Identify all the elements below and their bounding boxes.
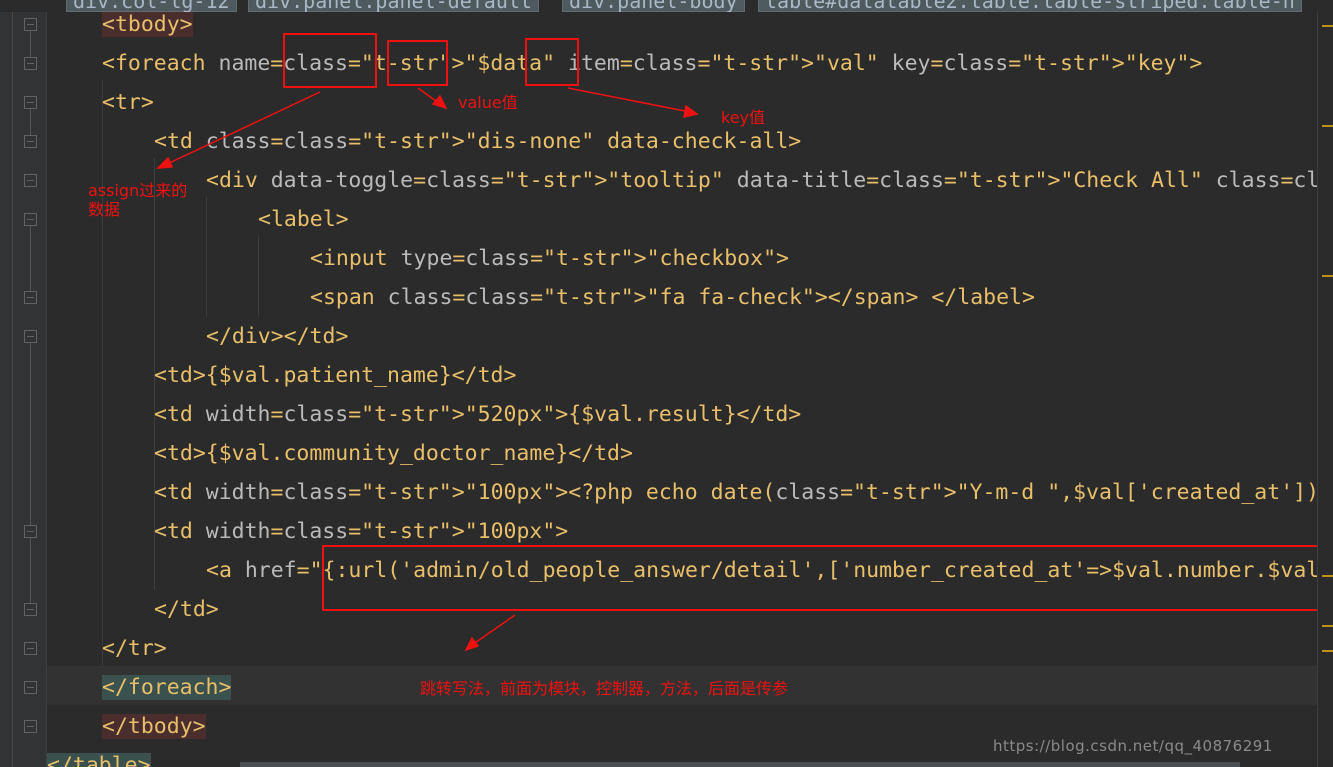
breadcrumb-item[interactable]: table#datatable2.table.table-striped.tab… — [758, 0, 1302, 12]
code-line: </td> — [154, 590, 219, 629]
code-text: <td class=class="t-str">"dis-none" data-… — [154, 129, 802, 154]
fold-icon[interactable] — [24, 291, 37, 304]
indent-guide — [206, 197, 207, 317]
code-line: </table> — [47, 746, 151, 767]
annotation-assign-2: 数据 — [88, 200, 121, 219]
code-text: <td>{$val.patient_name}</td> — [154, 363, 517, 388]
code-line: </tr> — [102, 629, 167, 668]
code-text: <td width=class="t-str">"520px">{$val.re… — [154, 402, 802, 427]
gutter-separator — [12, 0, 13, 767]
watermark: https://blog.csdn.net/qq_40876291 — [993, 737, 1273, 755]
indent-guide — [258, 236, 259, 317]
scroll-marker[interactable] — [1322, 25, 1333, 27]
scroll-marker[interactable] — [1322, 575, 1333, 577]
code-text: <tbody> — [102, 12, 193, 37]
highlight-box-url — [322, 545, 1325, 611]
code-line: <td>{$val.patient_name}</td> — [154, 356, 516, 395]
annotation-key: key值 — [721, 108, 766, 127]
breadcrumb: div.col-lg-12 div.panel.panel-default di… — [0, 0, 1333, 12]
fold-icon[interactable] — [24, 525, 37, 538]
code-line: <input type=class="t-str">"checkbox"> — [310, 239, 789, 278]
highlight-box-data — [283, 33, 377, 88]
fold-icon[interactable] — [24, 603, 37, 616]
code-text: <input type=class="t-str">"checkbox"> — [310, 246, 789, 271]
code-line: <div data-toggle=class="t-str">"tooltip"… — [206, 161, 1317, 200]
code-line: <label> — [258, 200, 349, 239]
code-text: <tr> — [102, 90, 154, 115]
code-line: <tr> — [102, 83, 154, 122]
fold-icon[interactable] — [24, 681, 37, 694]
annotation-assign: assign过来的 — [88, 181, 188, 200]
fold-icon[interactable] — [24, 642, 37, 655]
code-line: <foreach name=class="t-str">"$data" item… — [102, 44, 1202, 83]
highlight-box-key — [525, 38, 579, 86]
breadcrumb-item[interactable]: div.panel.panel-default — [248, 0, 539, 12]
fold-icon[interactable] — [24, 96, 37, 109]
code-text: </div></td> — [206, 324, 349, 349]
code-text: <td width=class="t-str">"100px"><?php ec… — [154, 480, 1317, 505]
code-editor[interactable]: <tbody> <foreach name=class="t-str">"$da… — [47, 0, 1317, 767]
code-text: </table> — [47, 753, 151, 767]
code-line: <span class=class="t-str">"fa fa-check">… — [310, 278, 1035, 317]
code-text: <span class=class="t-str">"fa fa-check">… — [310, 285, 1035, 310]
code-text: <foreach name=class="t-str">"$data" item… — [102, 51, 1203, 76]
fold-icon[interactable] — [24, 213, 37, 226]
code-text: <td width=class="t-str">"100px"> — [154, 519, 569, 544]
fold-icon[interactable] — [24, 18, 37, 31]
code-text: <div data-toggle=class="t-str">"tooltip"… — [206, 168, 1317, 193]
annotation-jump: 跳转写法，前面为模块，控制器，方法，后面是传参 — [420, 679, 789, 698]
fold-line — [30, 538, 31, 603]
code-text: <label> — [258, 207, 349, 232]
code-line: <td class=class="t-str">"dis-none" data-… — [154, 122, 801, 161]
code-line: <td>{$val.community_doctor_name}</td> — [154, 434, 633, 473]
annotation-value: value值 — [458, 93, 518, 112]
fold-icon[interactable] — [24, 720, 37, 733]
code-line: </tbody> — [102, 707, 206, 746]
breadcrumb-item[interactable]: div.col-lg-12 — [66, 0, 237, 12]
vertical-scrollbar[interactable] — [1317, 0, 1333, 767]
fold-line — [30, 343, 31, 525]
code-text: <td>{$val.community_doctor_name}</td> — [154, 441, 633, 466]
code-line: <td width=class="t-str">"100px"><?php ec… — [154, 473, 1317, 512]
code-line: </div></td> — [206, 317, 348, 356]
fold-line — [30, 31, 31, 57]
fold-line — [30, 226, 31, 291]
fold-line — [30, 109, 31, 135]
fold-icon[interactable] — [24, 174, 37, 187]
breadcrumb-item[interactable]: div.panel-body — [562, 0, 745, 12]
editor-gutter — [0, 0, 47, 767]
scroll-marker[interactable] — [1322, 650, 1333, 652]
code-text: </td> — [154, 597, 219, 622]
code-text: </foreach> — [102, 675, 232, 700]
scroll-marker[interactable] — [1322, 625, 1333, 627]
fold-icon[interactable] — [24, 135, 37, 148]
scroll-marker[interactable] — [1322, 275, 1333, 277]
code-text: </tr> — [102, 636, 167, 661]
highlight-box-item — [387, 40, 448, 86]
code-line: <td width=class="t-str">"520px">{$val.re… — [154, 395, 801, 434]
code-line: </foreach> — [102, 668, 232, 707]
fold-icon[interactable] — [24, 57, 37, 70]
fold-icon[interactable] — [24, 330, 37, 343]
scroll-marker[interactable] — [1322, 125, 1333, 127]
horizontal-scrollbar[interactable] — [240, 762, 1240, 767]
indent-guide — [102, 80, 103, 665]
code-text: </tbody> — [102, 714, 206, 739]
